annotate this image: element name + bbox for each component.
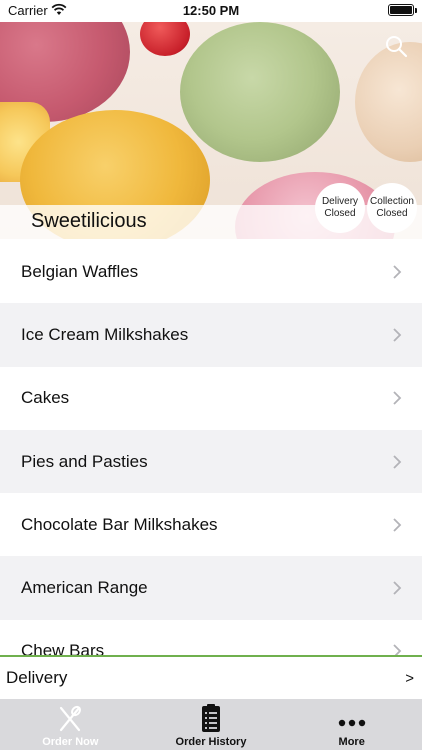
ice-cream-scoop bbox=[180, 22, 340, 162]
delivery-status-badge: Delivery Closed bbox=[315, 183, 365, 233]
menu-category-label: Cakes bbox=[21, 388, 70, 408]
chevron-right-icon: > bbox=[405, 669, 414, 687]
ice-cream-scoop bbox=[355, 42, 422, 162]
menu-category-item[interactable]: Chocolate Bar Milkshakes bbox=[0, 493, 422, 557]
tab-label: More bbox=[338, 736, 365, 748]
chevron-right-icon bbox=[393, 265, 402, 279]
menu-category-item[interactable]: Chew Bars bbox=[0, 619, 422, 655]
menu-category-label: Belgian Waffles bbox=[21, 261, 139, 281]
clock-time: 12:50 PM bbox=[182, 3, 240, 18]
chevron-right-icon bbox=[393, 328, 402, 342]
menu-category-item[interactable]: Ice Cream Milkshakes bbox=[0, 303, 422, 367]
chevron-right-icon bbox=[393, 391, 402, 405]
menu-category-item[interactable]: Pies and Pasties bbox=[0, 429, 422, 494]
receipt-icon bbox=[202, 704, 220, 732]
collection-status-badge: Collection Closed bbox=[367, 183, 417, 233]
menu-category-label: Chocolate Bar Milkshakes bbox=[21, 514, 218, 534]
battery-icon bbox=[388, 4, 417, 16]
chevron-right-icon bbox=[393, 454, 402, 469]
delivery-mode-selector[interactable]: Delivery > bbox=[0, 655, 422, 699]
menu-category-label: Ice Cream Milkshakes bbox=[21, 324, 189, 344]
chevron-right-icon bbox=[393, 644, 402, 655]
menu-category-label: Chew Bars bbox=[21, 641, 105, 655]
menu-category-label: American Range bbox=[21, 578, 148, 598]
collection-status-value: Closed bbox=[376, 208, 408, 219]
tab-more[interactable]: More bbox=[281, 699, 422, 750]
collection-status-title: Collection bbox=[370, 196, 414, 207]
menu-category-item[interactable]: American Range bbox=[0, 556, 422, 620]
fork-knife-icon bbox=[60, 705, 82, 732]
restaurant-name: Sweetilicious bbox=[31, 210, 147, 232]
chevron-right-icon bbox=[393, 581, 402, 595]
more-dots-icon bbox=[338, 719, 365, 727]
tab-label: Order History bbox=[175, 736, 247, 748]
tab-order-now[interactable]: Order Now bbox=[0, 699, 141, 750]
tab-label: Order Now bbox=[42, 736, 99, 748]
delivery-mode-label: Delivery bbox=[6, 668, 68, 687]
chevron-right-icon bbox=[393, 518, 402, 532]
delivery-status-value: Closed bbox=[324, 208, 356, 219]
delivery-status-title: Delivery bbox=[321, 196, 359, 207]
menu-category-item[interactable]: Belgian Waffles bbox=[0, 240, 422, 304]
status-bar: Carrier 12:50 PM bbox=[0, 0, 422, 22]
menu-category-item[interactable]: Cakes bbox=[0, 366, 422, 430]
cherry bbox=[140, 22, 190, 56]
bottom-tab-bar: Order Now Order History More bbox=[0, 699, 422, 750]
search-icon[interactable] bbox=[384, 34, 408, 58]
tab-order-history[interactable]: Order History bbox=[141, 699, 282, 750]
menu-category-list[interactable]: Belgian Waffles Ice Cream Milkshakes Cak… bbox=[0, 240, 422, 655]
menu-category-label: Pies and Pasties bbox=[21, 451, 148, 471]
